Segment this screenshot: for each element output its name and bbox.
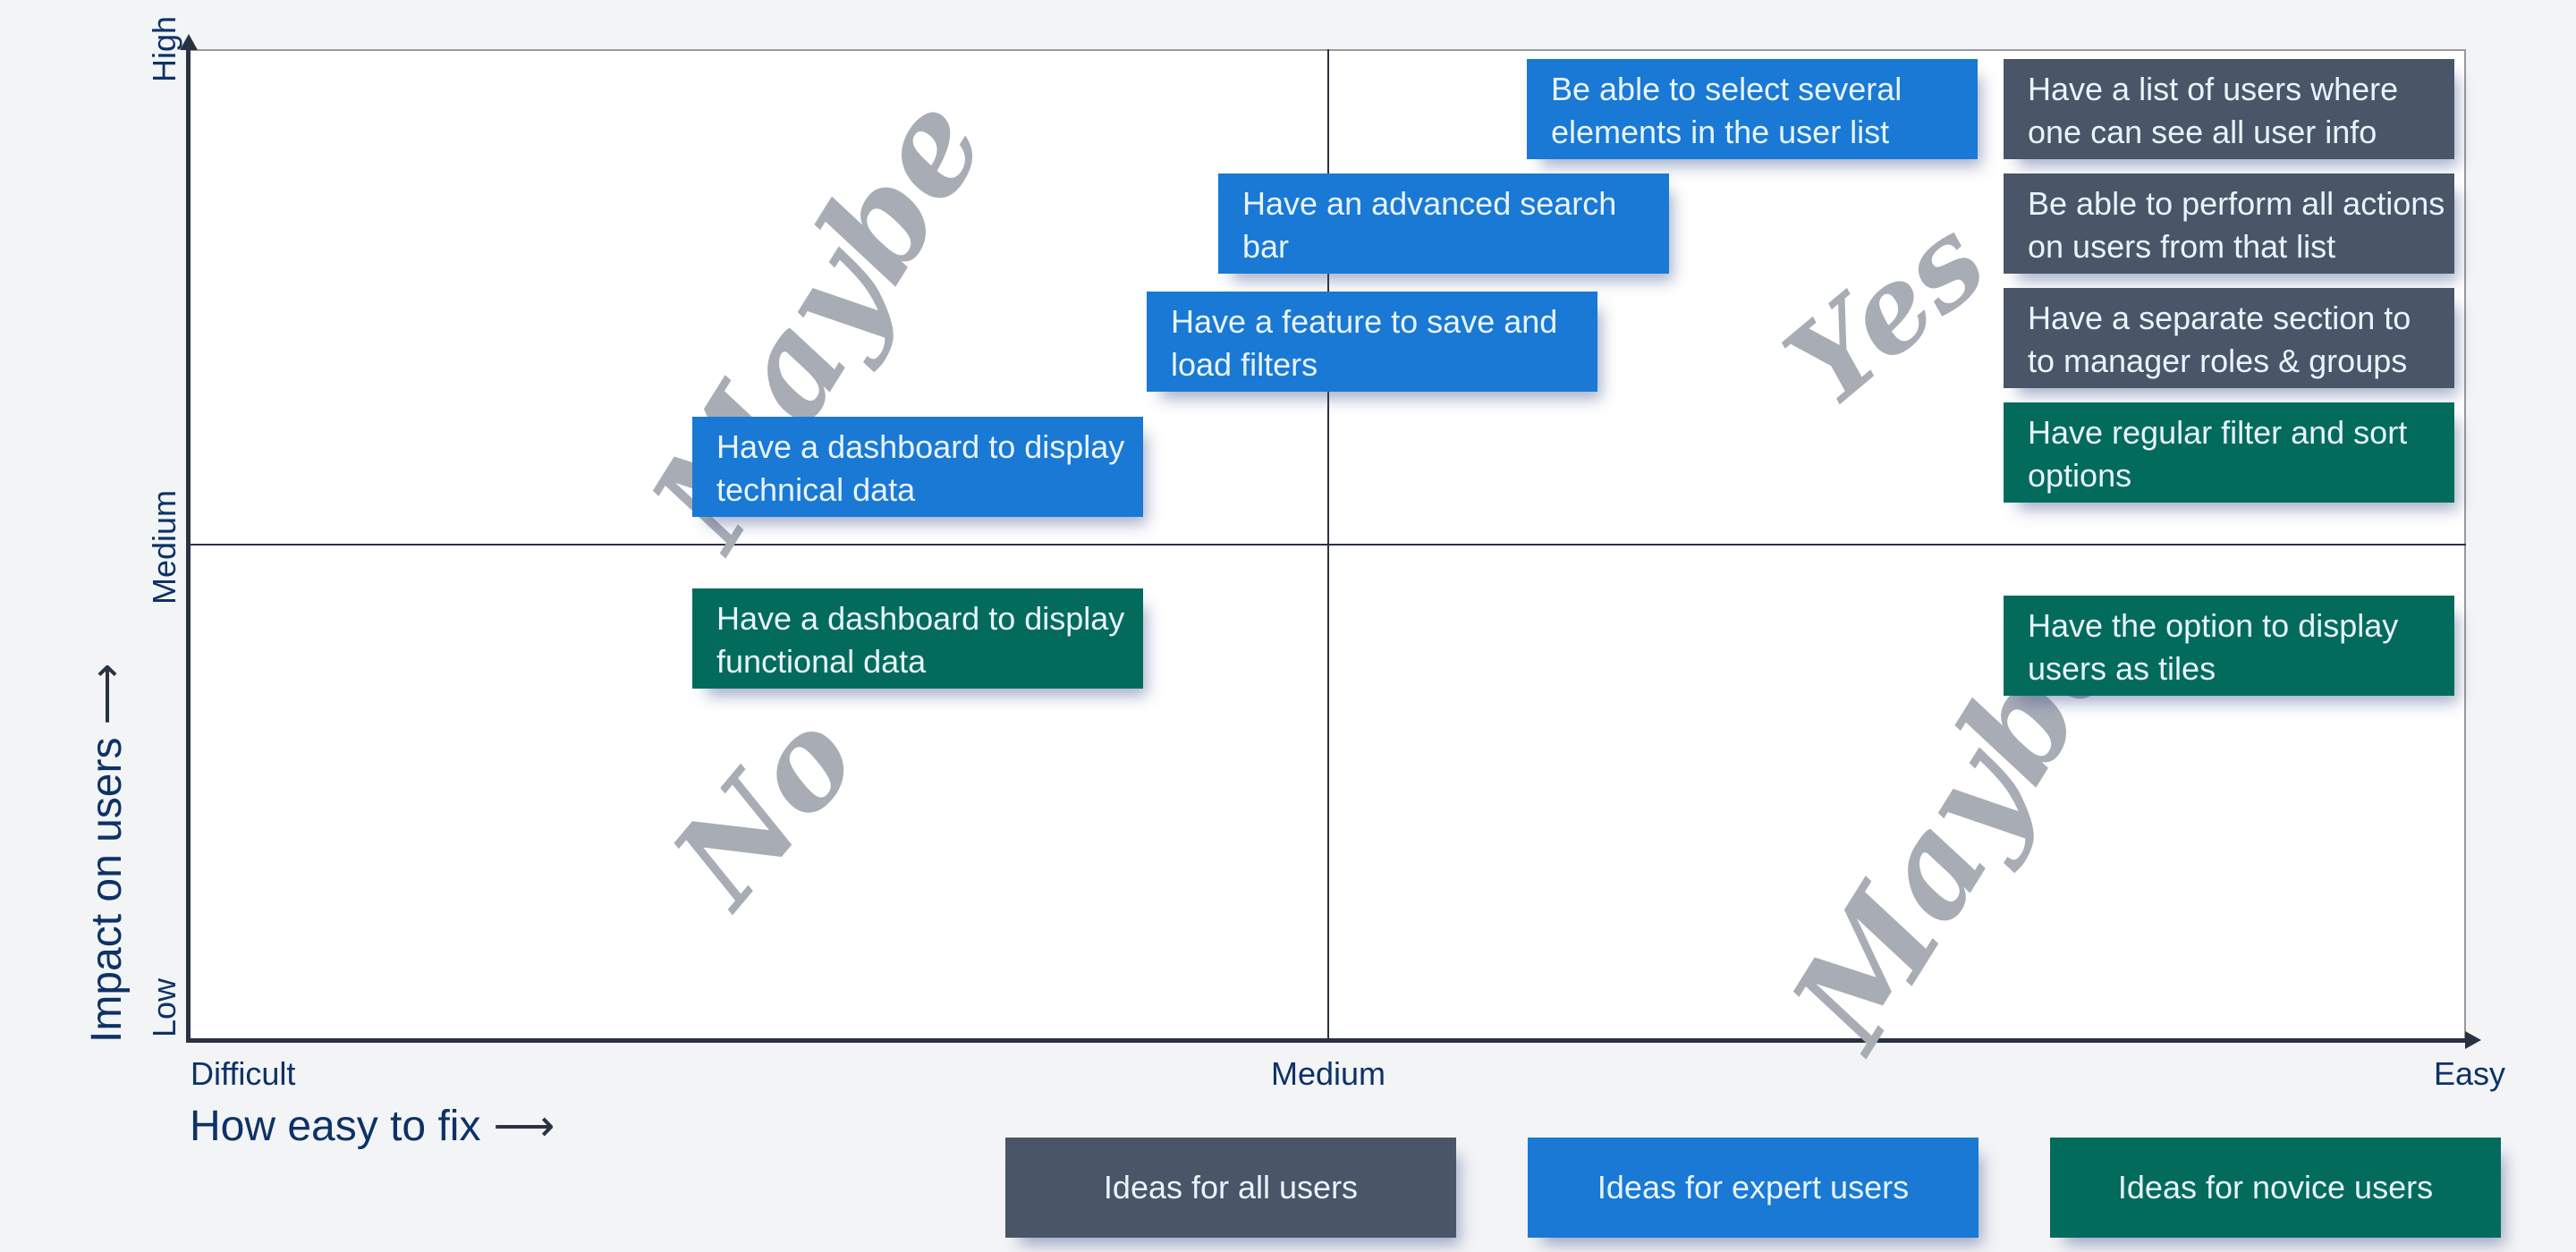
- idea-note[interactable]: Have a feature to save and load filters: [1147, 292, 1597, 392]
- idea-note[interactable]: Have regular filter and sort options: [2004, 402, 2454, 503]
- legend-expert-users: Ideas for expert users: [1528, 1138, 1979, 1238]
- y-axis-arrow-icon: [180, 34, 198, 50]
- idea-note[interactable]: Have an advanced search bar: [1218, 173, 1669, 274]
- idea-note-text: Have regular filter and sort options: [2028, 414, 2408, 494]
- y-tick-medium: Medium: [146, 489, 182, 605]
- y-tick-high: High: [146, 15, 182, 82]
- idea-note-text: Have a dashboard to display functional d…: [716, 600, 1125, 680]
- idea-note-text: Have the option to display users as tile…: [2028, 607, 2399, 687]
- idea-note-text: Be able to perform all actions on users …: [2028, 185, 2445, 265]
- x-axis-arrow-icon: [2465, 1031, 2481, 1049]
- x-axis-line: [186, 1038, 2471, 1043]
- idea-note-text: Have an advanced search bar: [1242, 185, 1617, 265]
- idea-note-text: Have a feature to save and load filters: [1171, 303, 1558, 383]
- x-axis-title: How easy to fix ⟶: [190, 1105, 555, 1148]
- y-axis-line: [186, 49, 191, 1043]
- legend-label: Ideas for novice users: [2117, 1169, 2434, 1205]
- idea-note-text: Be able to select several elements in th…: [1551, 71, 1902, 150]
- idea-note-text: Have a separate section to to manager ro…: [2028, 300, 2411, 379]
- arrow-up-icon: ⟶: [83, 663, 131, 725]
- x-tick-medium: Medium: [1271, 1055, 1386, 1092]
- x-axis-title-text: How easy to fix: [190, 1103, 481, 1150]
- horizontal-midline: [190, 544, 2466, 546]
- x-tick-difficult: Difficult: [191, 1055, 296, 1092]
- idea-note[interactable]: Have the option to display users as tile…: [2004, 596, 2454, 696]
- y-axis-title: Impact on users ⟶: [83, 663, 131, 1043]
- legend-novice-users: Ideas for novice users: [2050, 1138, 2501, 1238]
- x-tick-easy: Easy: [2434, 1055, 2506, 1092]
- legend-label: Ideas for all users: [1103, 1169, 1359, 1205]
- idea-note-text: Have a list of users where one can see a…: [2028, 71, 2399, 150]
- legend-all-users: Ideas for all users: [1005, 1138, 1456, 1238]
- idea-note[interactable]: Be able to select several elements in th…: [1527, 59, 1978, 159]
- idea-note[interactable]: Be able to perform all actions on users …: [2004, 173, 2454, 274]
- idea-note[interactable]: Have a list of users where one can see a…: [2004, 59, 2454, 159]
- idea-note[interactable]: Have a dashboard to display functional d…: [692, 588, 1143, 689]
- y-axis-title-text: Impact on users: [83, 737, 131, 1043]
- legend-label: Ideas for expert users: [1597, 1169, 1910, 1205]
- y-tick-low: Low: [146, 977, 182, 1037]
- idea-note-text: Have a dashboard to display technical da…: [716, 428, 1125, 508]
- idea-note[interactable]: Have a dashboard to display technical da…: [692, 417, 1143, 517]
- arrow-right-icon: ⟶: [493, 1103, 555, 1150]
- idea-note[interactable]: Have a separate section to to manager ro…: [2004, 288, 2454, 388]
